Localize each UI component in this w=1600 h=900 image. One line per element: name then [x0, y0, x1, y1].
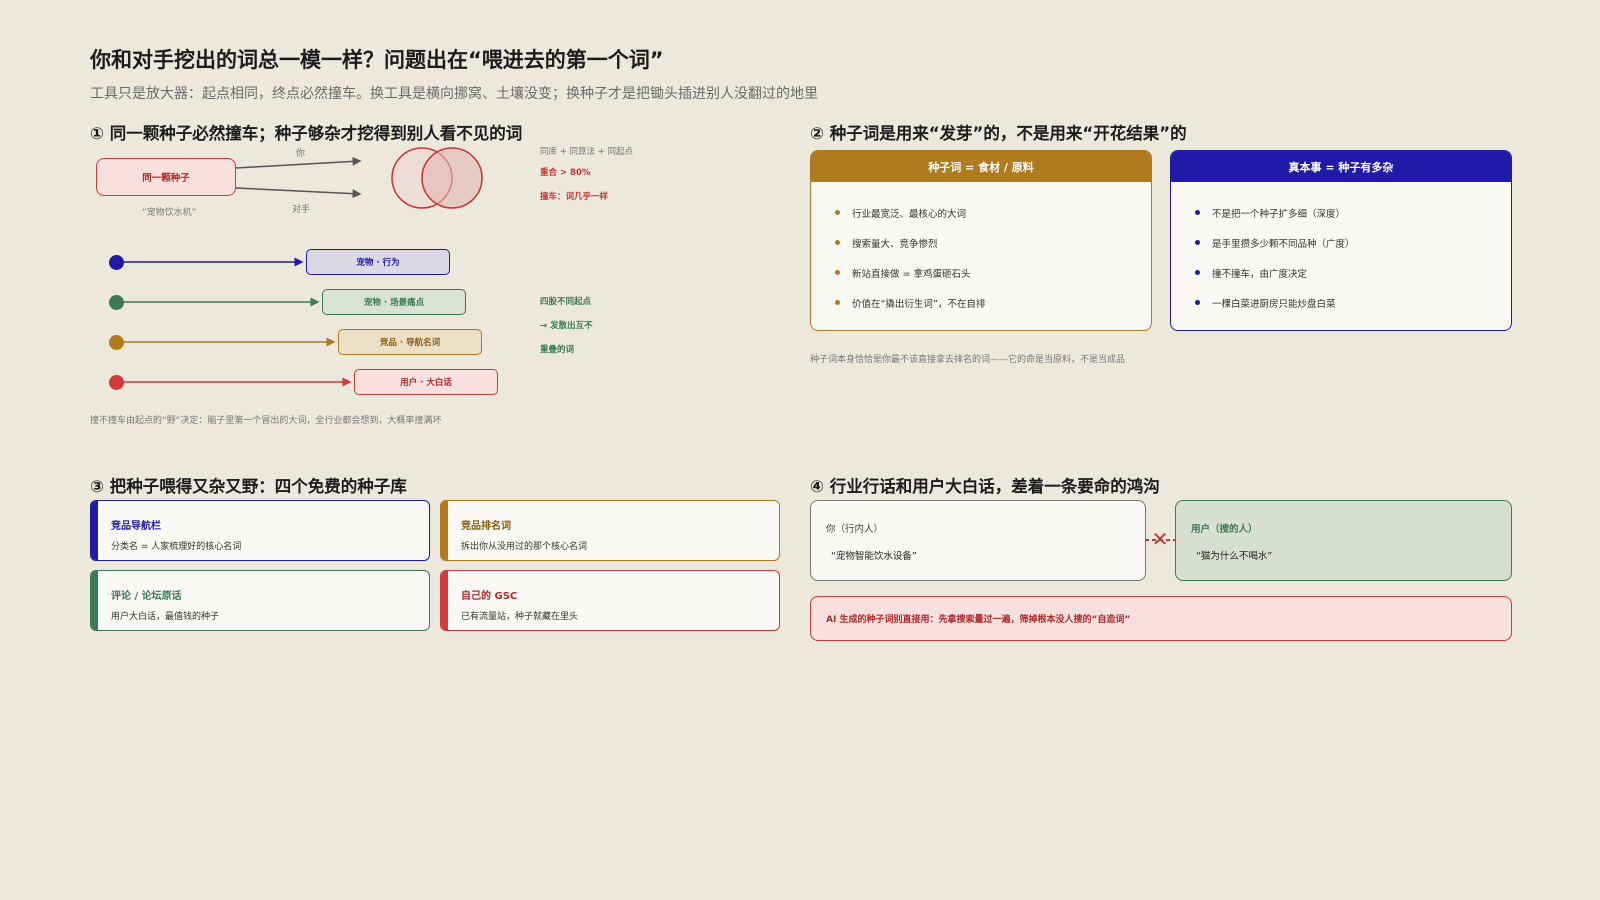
seed-library-card: 竞品排名词 拆出你从没用过的那个核心名词: [440, 500, 780, 561]
seed-library-card: 自己的 GSC 已有流量站，种子就藏在里头: [440, 570, 780, 631]
section-1-footnote: 撞不撞车由起点的“野”决定：脑子里第一个冒出的大词，全行业都会想到，大概率撞满坏: [90, 416, 442, 426]
lane-box-1: 宠物 · 行为: [306, 249, 450, 275]
section-1-graphic: [124, 147, 483, 387]
section-2-heading: ② 种子词是用来“发芽”的，不是用来“开花结果”的: [810, 124, 1187, 143]
list-item: 搜索量大、竞争惨烈: [835, 236, 1151, 266]
seed-variety-card: 真本事 = 种子有多杂 不是把一个种子扩多细（深度） 是手里攒多少颗不同品种（广…: [1170, 150, 1512, 331]
close-icon: ✕: [1151, 527, 1169, 551]
user-quote: “猫为什么不喝水”: [1196, 551, 1273, 562]
lanes-note-2: → 发散出互不: [540, 321, 593, 331]
seed-library-card: 竞品导航栏 分类名 = 人家梳理好的核心名词: [90, 500, 430, 561]
seed-raw-card-title: 种子词 = 食材 / 原料: [811, 151, 1151, 182]
seed-variety-card-title: 真本事 = 种子有多杂: [1171, 151, 1511, 182]
lanes-note-1: 四股不同起点: [540, 297, 592, 307]
list-item: 价值在“撬出衍生词”，不在自排: [835, 296, 1151, 326]
list-item: 撞不撞车，由广度决定: [1195, 266, 1511, 296]
seed-library-desc: 已有流量站，种子就藏在里头: [461, 612, 579, 622]
list-item: 行业最宽泛、最核心的大词: [835, 206, 1151, 236]
user-box: 用户（搜的人） “猫为什么不喝水”: [1175, 500, 1512, 581]
seed-library-desc: 用户大白话，最值钱的种子: [111, 612, 220, 622]
lane-dot-1: [109, 255, 124, 270]
list-item: 新站直接做 = 拿鸡蛋砸石头: [835, 266, 1151, 296]
venn-caption: 同库 + 同算法 + 同起点: [540, 147, 634, 157]
lane-box-4: 用户 · 大白话: [354, 369, 498, 395]
lane-dot-3: [109, 335, 124, 350]
seed-library-title: 自己的 GSC: [461, 591, 518, 602]
seed-library-title: 评论 / 论坛原话: [111, 591, 182, 602]
list-item: 不是把一个种子扩多细（深度）: [1195, 206, 1511, 236]
venn-rival: [421, 147, 483, 209]
seed-library-title: 竞品导航栏: [111, 521, 161, 532]
lane-box-3: 竞品 · 导航名词: [338, 329, 482, 355]
seed-library-desc: 分类名 = 人家梳理好的核心名词: [111, 542, 242, 552]
seed-library-card: 评论 / 论坛原话 用户大白话，最值钱的种子: [90, 570, 430, 631]
insider-box: 你（行内人） “宠物智能饮水设备”: [810, 500, 1146, 581]
lanes-note-3: 重叠的词: [540, 345, 575, 355]
list-item: 是手里攒多少颗不同品种（广度）: [1195, 236, 1511, 266]
arrow-rival: [235, 187, 362, 199]
lane-dot-4: [109, 375, 124, 390]
insider-label: 你（行内人）: [826, 524, 884, 535]
crash-label: 撞车：词几乎一样: [540, 192, 609, 202]
insider-quote: “宠物智能饮水设备”: [831, 551, 917, 562]
warning-box: AI 生成的种子词别直接用：先拿搜索量过一遍，筛掉根本没人搜的“自造词”: [810, 596, 1512, 641]
lane-dot-2: [109, 295, 124, 310]
seed-library-title: 竞品排名词: [461, 521, 511, 532]
section-3-heading: ③ 把种子喂得又杂又野：四个免费的种子库: [90, 477, 407, 496]
seed-library-desc: 拆出你从没用过的那个核心名词: [461, 542, 588, 552]
user-label: 用户（搜的人）: [1191, 524, 1258, 535]
list-item: 一棵白菜进厨房只能炒盘白菜: [1195, 296, 1511, 326]
warning-text: AI 生成的种子词别直接用：先拿搜索量过一遍，筛掉根本没人搜的“自造词”: [826, 615, 1131, 625]
overlap-label: 重合 > 80%: [540, 168, 591, 178]
seed-raw-card: 种子词 = 食材 / 原料 行业最宽泛、最核心的大词 搜索量大、竞争惨烈 新站直…: [810, 150, 1152, 331]
lane-box-2: 宠物 · 场景痛点: [322, 289, 466, 315]
arrow-you: [235, 156, 362, 169]
section-4-heading: ④ 行业行话和用户大白话，差着一条要命的鸿沟: [810, 477, 1160, 496]
section-2-footnote: 种子词本身恰恰是你最不该直接拿去排名的词——它的命是当原料，不是当成品: [810, 355, 1126, 365]
